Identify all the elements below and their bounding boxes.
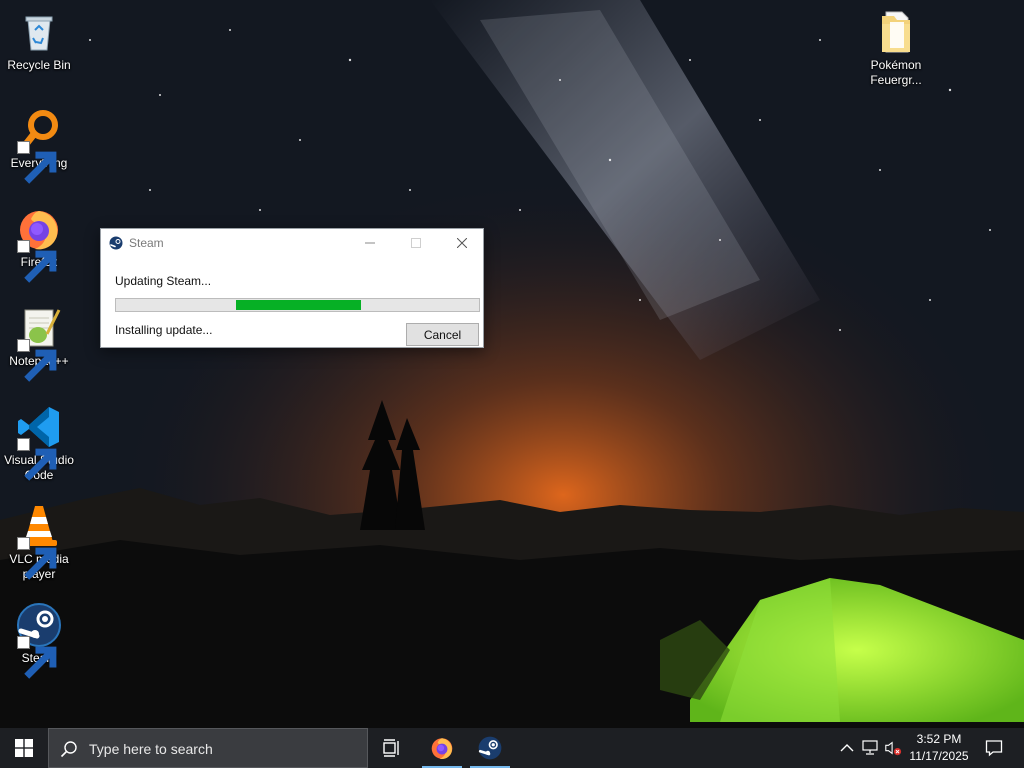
clock-date: 11/17/2025 — [909, 749, 969, 763]
update-progress-bar — [115, 298, 480, 312]
desktop-icon-recycle-bin[interactable]: Recycle Bin — [1, 8, 77, 73]
desktop-icon-vscode[interactable]: Visual Studio Code — [1, 403, 77, 483]
search-icon — [60, 741, 77, 758]
vlc-icon — [15, 502, 63, 580]
shortcut-arrow-icon — [17, 141, 57, 184]
action-center-button[interactable] — [974, 728, 1014, 768]
desktop-icon-pokemon-folder[interactable]: Pokémon Feuergr... — [858, 8, 934, 88]
firefox-icon — [15, 205, 63, 283]
firefox-icon — [431, 738, 453, 760]
dialog-titlebar[interactable]: Steam — [101, 229, 483, 257]
steam-icon — [478, 736, 502, 760]
desktop-icon-label: Recycle Bin — [7, 58, 71, 72]
everything-search-icon — [15, 106, 63, 184]
network-button[interactable] — [862, 739, 880, 757]
volume-muted-icon — [885, 741, 902, 756]
maximize-button[interactable] — [393, 229, 439, 257]
dialog-heading: Updating Steam... — [115, 274, 212, 288]
desktop-icon-everything[interactable]: Everything — [1, 106, 77, 184]
progress-bar-fill — [236, 300, 361, 310]
taskbar-firefox-button[interactable] — [418, 728, 466, 768]
shortcut-arrow-icon — [17, 636, 57, 679]
search-placeholder: Type here to search — [89, 741, 213, 757]
steam-icon — [109, 236, 123, 250]
volume-button[interactable] — [884, 739, 902, 757]
show-hidden-icons-button[interactable] — [838, 739, 856, 757]
start-button[interactable] — [0, 728, 48, 768]
notification-icon — [985, 740, 1003, 757]
desktop-icon-firefox[interactable]: Firefox — [1, 205, 77, 283]
close-button[interactable] — [439, 229, 485, 257]
steam-icon — [15, 601, 63, 679]
minimize-button[interactable] — [347, 229, 393, 257]
desktop-icon-label: Pokémon Feuergr... — [870, 58, 922, 87]
shortcut-arrow-icon — [17, 438, 57, 481]
desktop-icon-vlc[interactable]: VLC media player — [1, 502, 77, 582]
maximize-icon — [411, 238, 421, 248]
minimize-icon — [365, 242, 375, 244]
task-view-button[interactable] — [368, 728, 416, 768]
shortcut-arrow-icon — [17, 339, 57, 382]
close-icon — [457, 238, 467, 248]
chevron-up-icon — [840, 744, 854, 752]
desktop-wallpaper — [0, 0, 1024, 728]
steam-update-dialog: Steam Updating Steam... Installing updat… — [100, 228, 484, 348]
cancel-button[interactable]: Cancel — [406, 323, 479, 346]
taskbar-steam-button[interactable] — [466, 728, 514, 768]
clock-time: 3:52 PM — [916, 732, 962, 746]
taskbar: Type here to search 3:52 PM 11/17/2025 — [0, 728, 1024, 768]
notepad-plus-plus-icon — [15, 304, 63, 382]
shortcut-arrow-icon — [17, 240, 57, 283]
taskbar-clock[interactable]: 3:52 PM 11/17/2025 — [905, 731, 973, 765]
folder-icon — [872, 8, 920, 56]
task-view-icon — [383, 739, 399, 757]
dialog-title: Steam — [129, 236, 164, 250]
recycle-bin-icon — [15, 8, 63, 56]
dialog-status-text: Installing update... — [115, 323, 213, 337]
desktop-icon-steam[interactable]: Steam — [1, 601, 77, 679]
vscode-icon — [15, 403, 63, 481]
windows-logo-icon — [15, 739, 33, 757]
shortcut-arrow-icon — [17, 537, 57, 580]
desktop-icon-notepad-plus-plus[interactable]: Notepad++ — [1, 304, 77, 382]
taskbar-search-box[interactable]: Type here to search — [48, 728, 368, 768]
network-icon — [862, 740, 878, 755]
